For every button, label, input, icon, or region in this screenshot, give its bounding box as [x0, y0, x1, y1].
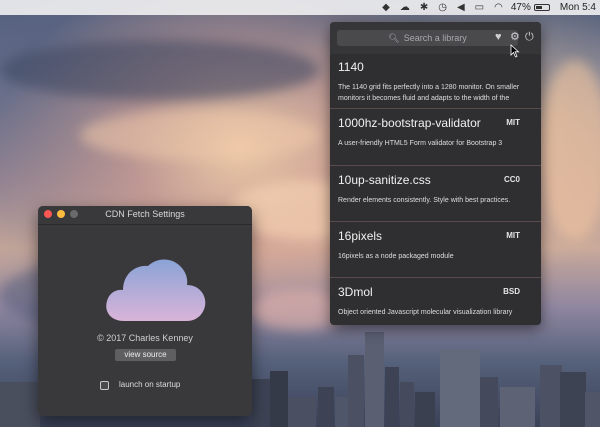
bluetooth-icon[interactable]: ✱ — [420, 0, 428, 15]
copyright-text: © 2017 Charles Kenney — [97, 333, 193, 343]
battery-icon[interactable] — [533, 4, 550, 11]
cloud-streak — [80, 110, 320, 160]
library-license: MIT — [506, 118, 520, 127]
library-item[interactable]: 10up-sanitize.css CC0 Render elements co… — [330, 167, 541, 222]
window-title: CDN Fetch Settings — [105, 209, 185, 219]
library-name: 3Dmol — [338, 285, 373, 299]
library-name: 1000hz-bootstrap-validator — [338, 116, 481, 130]
settings-icon[interactable]: ⚙ — [510, 31, 520, 44]
cloud-streak — [540, 60, 600, 240]
library-name: 1140 — [338, 60, 364, 74]
mouse-cursor-icon — [510, 44, 520, 58]
time-machine-icon[interactable]: ◷ — [438, 0, 447, 15]
adobe-icon[interactable]: ◆ — [382, 0, 390, 15]
search-input[interactable]: 🔍︎ Search a library — [337, 30, 518, 46]
cloud-streak — [0, 40, 320, 100]
airplay-icon[interactable]: ▭ — [475, 0, 484, 15]
library-description: Object oriented Javascript molecular vis… — [338, 309, 513, 316]
library-license: MIT — [506, 231, 520, 240]
menu-bar: ◆ ☁ ✱ ◷ ◀ ▭ ◠ 47% Mon 5:4 — [0, 0, 600, 15]
wifi-icon[interactable]: ◠ — [494, 0, 503, 15]
search-icon: 🔍︎ — [388, 32, 400, 43]
library-item[interactable]: 1000hz-bootstrap-validator MIT A user-fr… — [330, 110, 541, 166]
library-description: A user-friendly HTML5 Form validator for… — [338, 140, 503, 147]
view-source-button[interactable]: view source — [115, 349, 176, 361]
library-description: Render elements consistently. Style with… — [338, 197, 511, 204]
volume-icon[interactable]: ◀ — [457, 0, 465, 15]
library-license: BSD — [503, 287, 520, 296]
library-item[interactable]: 3Dmol BSD Object oriented Javascript mol… — [330, 279, 541, 325]
launch-on-startup-checkbox[interactable] — [100, 381, 109, 390]
library-name: 16pixels — [338, 229, 383, 243]
library-item[interactable]: 16pixels MIT 16pixels as a node packaged… — [330, 223, 541, 278]
clock[interactable]: Mon 5:4 — [560, 0, 596, 15]
library-license: CC0 — [503, 175, 520, 184]
cloud-icon[interactable]: ☁ — [400, 0, 410, 15]
cdn-fetch-popover: 🔍︎ Search a library ♥ ⚙ ⏻ 1140 The 1140 … — [330, 22, 541, 325]
settings-window: CDN Fetch Settings © 2017 Charles Kenney… — [38, 206, 252, 416]
title-bar: CDN Fetch Settings — [38, 206, 252, 225]
power-icon[interactable]: ⏻ — [525, 31, 534, 44]
cloud-logo-icon — [106, 259, 206, 321]
library-item[interactable]: 1140 The 1140 grid fits perfectly into a… — [330, 54, 541, 109]
library-description: The 1140 grid fits perfectly into a 1280… — [338, 84, 520, 102]
library-name: 10up-sanitize.css — [338, 173, 431, 187]
library-description: 16pixels as a node packaged module — [338, 253, 454, 260]
launch-on-startup-label: launch on startup — [119, 380, 181, 389]
battery-percent[interactable]: 47% — [511, 0, 531, 15]
heart-icon[interactable]: ♥ — [495, 31, 502, 44]
search-placeholder: Search a library — [403, 33, 467, 43]
